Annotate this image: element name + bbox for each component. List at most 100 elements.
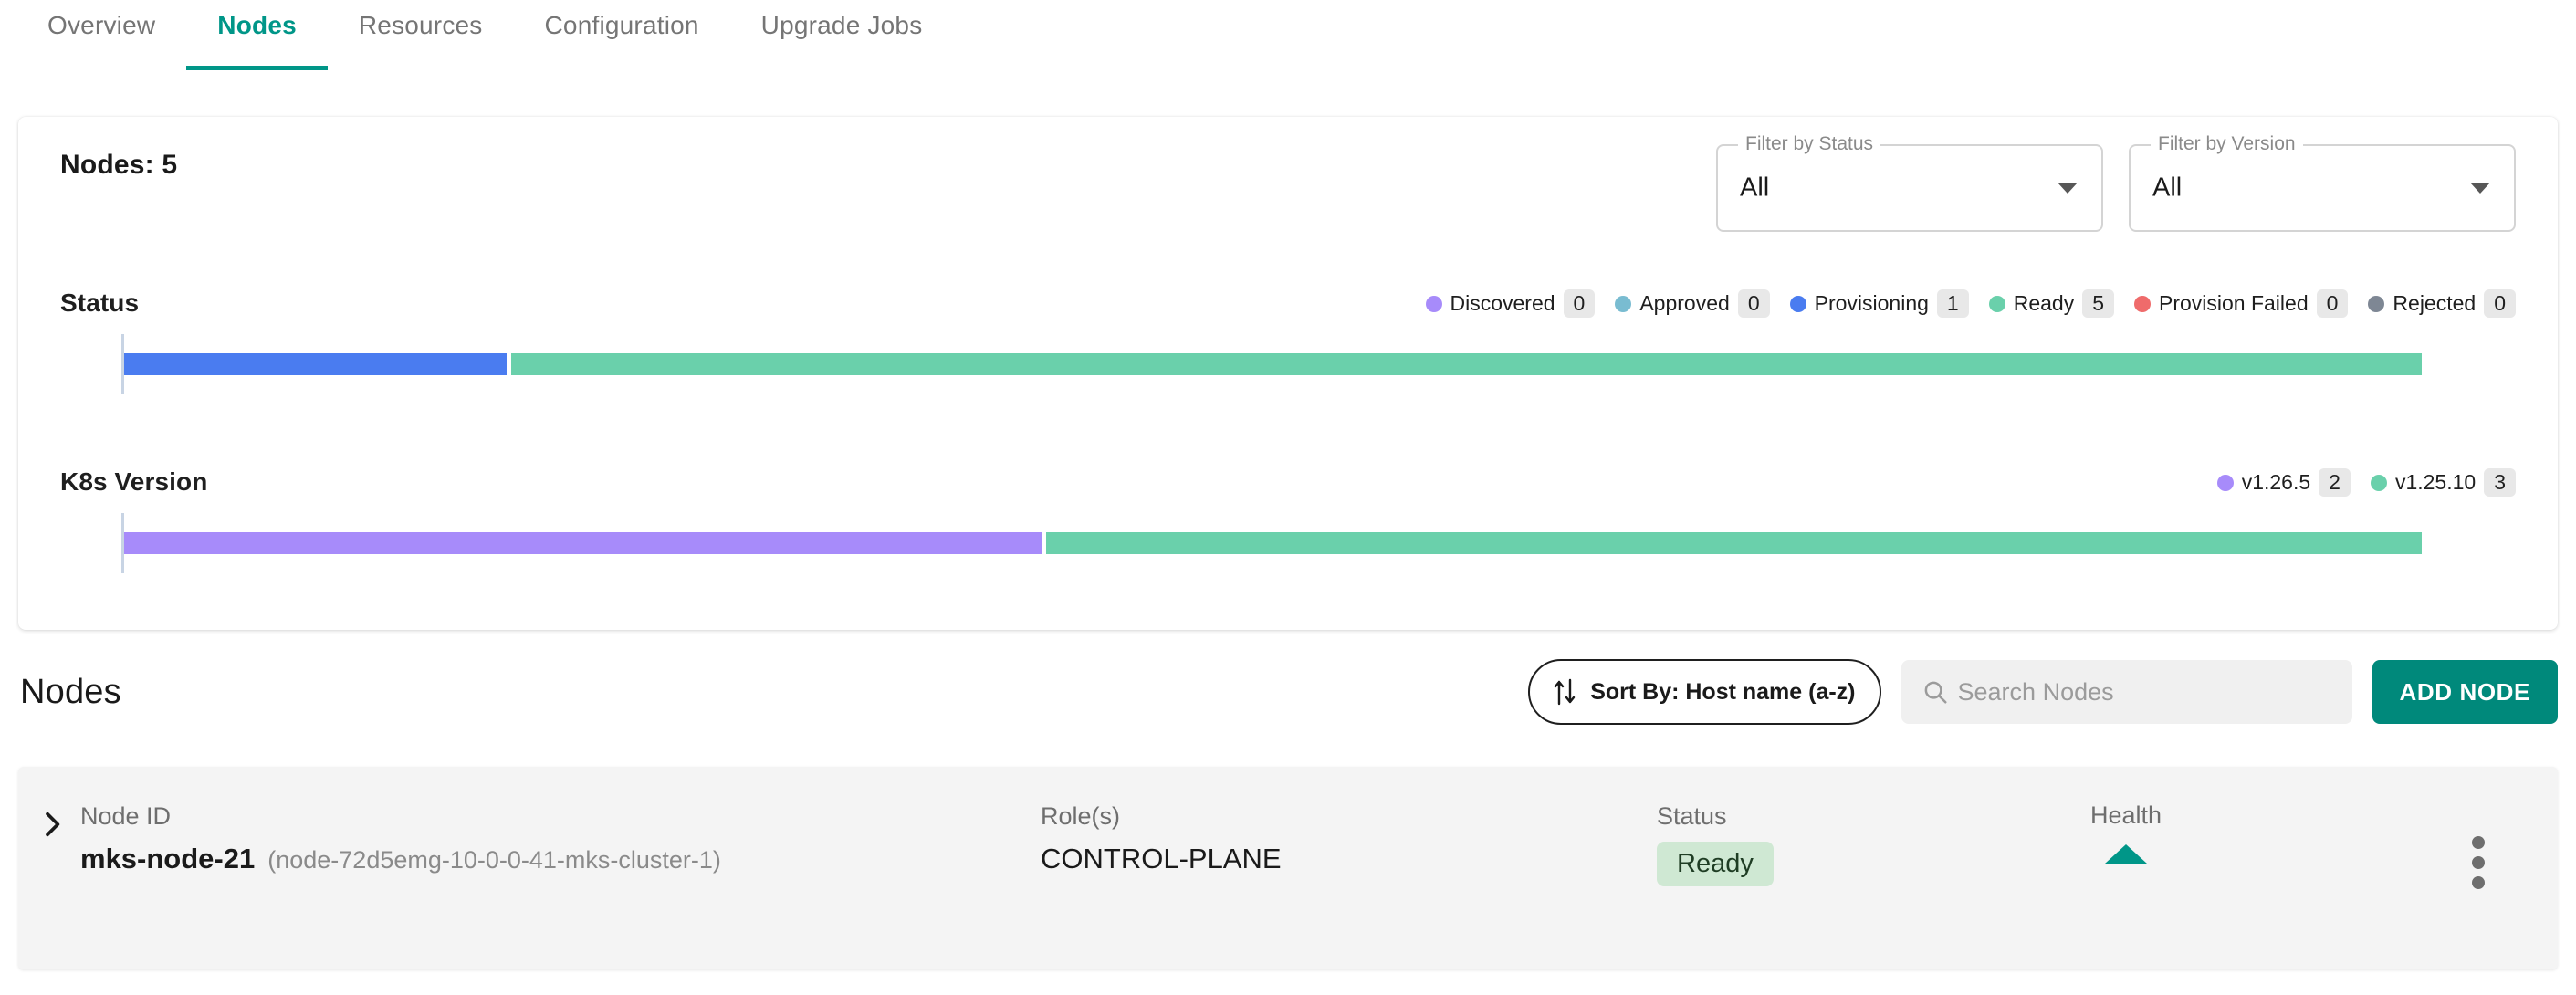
k8s-version-chart-title: K8s Version bbox=[60, 467, 208, 496]
tab-bar: Overview Nodes Resources Configuration U… bbox=[0, 0, 2576, 73]
table-row[interactable]: Node ID mks-node-21 (node-72d5emg-10-0-0-… bbox=[18, 767, 2558, 969]
status-legend-item[interactable]: Discovered 0 bbox=[1425, 289, 1596, 318]
legend-label: Approved bbox=[1639, 291, 1730, 315]
cell-status: Status Ready bbox=[1657, 801, 1774, 886]
status-bar-segment bbox=[124, 353, 507, 375]
tab-overview-label: Overview bbox=[47, 11, 156, 39]
status-legend-item[interactable]: Rejected 0 bbox=[2368, 289, 2516, 318]
filter-by-status-label: Filter by Status bbox=[1738, 133, 1881, 155]
legend-label: Ready bbox=[2013, 291, 2075, 315]
legend-count: 2 bbox=[2319, 468, 2351, 497]
kebab-dot bbox=[2472, 836, 2485, 849]
filter-by-status-value: All bbox=[1740, 173, 1770, 203]
tab-upgrade-jobs-label: Upgrade Jobs bbox=[760, 11, 923, 39]
k8s-version-chart-legend: v1.26.5 2 v1.25.10 3 bbox=[2216, 468, 2516, 497]
chevron-right-icon[interactable] bbox=[37, 809, 68, 840]
legend-dot-icon bbox=[1789, 295, 1806, 312]
legend-dot-icon bbox=[1988, 295, 2005, 312]
legend-dot-icon bbox=[2216, 474, 2234, 491]
nodes-count: Nodes: 5 bbox=[60, 150, 178, 180]
search-input[interactable] bbox=[1957, 677, 2352, 707]
column-header-node-id: Node ID bbox=[80, 802, 172, 830]
search-icon bbox=[1924, 681, 1947, 704]
legend-label: Discovered bbox=[1450, 291, 1555, 315]
k8s-version-bar-segment bbox=[1045, 532, 2422, 554]
filter-group: Filter by Status All Filter by Version A… bbox=[1716, 133, 2516, 232]
legend-dot-icon bbox=[1425, 295, 1442, 312]
filter-by-version-value: All bbox=[2152, 173, 2183, 203]
legend-count: 0 bbox=[2484, 289, 2516, 318]
search-nodes-box[interactable] bbox=[1901, 660, 2352, 724]
legend-dot-icon bbox=[1615, 295, 1632, 312]
add-node-button[interactable]: ADD NODE bbox=[2372, 660, 2558, 724]
status-legend-item[interactable]: Provisioning 1 bbox=[1789, 289, 1969, 318]
node-name: mks-node-21 bbox=[80, 842, 256, 875]
k8s-version-chart-header: K8s Version v1.26.5 2 v1.25.10 3 bbox=[60, 458, 2516, 497]
filter-by-version-select[interactable]: Filter by Version All bbox=[2129, 133, 2516, 232]
status-chart-legend: Discovered 0 Approved 0 Provisioning 1 Ready 5 P… bbox=[1425, 289, 2516, 318]
tab-nodes-label: Nodes bbox=[217, 11, 297, 39]
legend-count: 0 bbox=[2316, 289, 2349, 318]
filter-by-status-select[interactable]: Filter by Status All bbox=[1716, 133, 2103, 232]
k8s-version-chart-plot bbox=[60, 513, 2516, 573]
column-header-status: Status bbox=[1657, 802, 1727, 830]
cell-health: Health bbox=[2090, 801, 2162, 864]
legend-label: v1.26.5 bbox=[2241, 470, 2311, 494]
k8s-version-bar-segment bbox=[124, 532, 1042, 554]
status-badge: Ready bbox=[1657, 841, 1774, 886]
status-legend-item[interactable]: Approved 0 bbox=[1615, 289, 1770, 318]
chevron-down-icon bbox=[2470, 183, 2490, 194]
k8s-version-legend-item[interactable]: v1.25.10 3 bbox=[2370, 468, 2516, 497]
nodes-page: Overview Nodes Resources Configuration U… bbox=[0, 0, 2576, 995]
sort-arrows-icon bbox=[1555, 678, 1576, 706]
page-title: Nodes bbox=[20, 672, 121, 711]
status-chart-plot bbox=[60, 334, 2516, 394]
tab-overview[interactable]: Overview bbox=[16, 0, 186, 73]
legend-count: 0 bbox=[1737, 289, 1770, 318]
k8s-version-chart: K8s Version v1.26.5 2 v1.25.10 3 bbox=[18, 458, 2558, 573]
legend-label: Provisioning bbox=[1814, 291, 1929, 315]
k8s-version-chart-bar bbox=[124, 532, 2422, 554]
tab-configuration[interactable]: Configuration bbox=[514, 0, 730, 73]
tab-resources-label: Resources bbox=[358, 11, 483, 39]
legend-label: Rejected bbox=[2393, 291, 2477, 315]
node-role-value: CONTROL-PLANE bbox=[1041, 842, 1282, 875]
nodes-summary-card: Nodes: 5 Filter by Status All Filter by … bbox=[18, 117, 2558, 630]
column-header-health: Health bbox=[2090, 801, 2162, 829]
status-bar-segment bbox=[510, 353, 2422, 375]
row-more-menu-icon[interactable] bbox=[2472, 836, 2485, 889]
tab-nodes[interactable]: Nodes bbox=[186, 0, 328, 73]
status-legend-item[interactable]: Ready 5 bbox=[1988, 289, 2114, 318]
legend-dot-icon bbox=[2370, 474, 2387, 491]
kebab-dot bbox=[2472, 876, 2485, 889]
legend-count: 1 bbox=[1936, 289, 1969, 318]
tab-resources[interactable]: Resources bbox=[328, 0, 514, 73]
kebab-dot bbox=[2472, 856, 2485, 869]
legend-count: 3 bbox=[2484, 468, 2516, 497]
node-hostname: (node-72d5emg-10-0-0-41-mks-cluster-1) bbox=[267, 845, 721, 874]
legend-dot-icon bbox=[2368, 295, 2385, 312]
sort-by-label: Sort By: Host name (a-z) bbox=[1590, 678, 1856, 705]
summary-header: Nodes: 5 Filter by Status All Filter by … bbox=[18, 117, 2558, 232]
status-chart-title: Status bbox=[60, 288, 140, 317]
status-chart-header: Status Discovered 0 Approved 0 Provisioning 1… bbox=[60, 279, 2516, 318]
health-up-arrow-icon bbox=[2105, 844, 2148, 864]
legend-count: 5 bbox=[2082, 289, 2114, 318]
cell-roles: Role(s) CONTROL-PLANE bbox=[1041, 801, 1282, 877]
legend-label: v1.25.10 bbox=[2394, 470, 2477, 494]
node-id-value: mks-node-21 (node-72d5emg-10-0-0-41-mks-c… bbox=[80, 842, 721, 877]
column-header-roles: Role(s) bbox=[1041, 802, 1121, 830]
toolbar-actions: Sort By: Host name (a-z) ADD NODE bbox=[1528, 659, 2558, 725]
sort-by-button[interactable]: Sort By: Host name (a-z) bbox=[1528, 659, 1881, 725]
filter-by-version-label: Filter by Version bbox=[2151, 133, 2303, 155]
nodes-toolbar: Nodes Sort By: Host name (a-z) ADD NODE bbox=[0, 639, 2576, 745]
k8s-version-legend-item[interactable]: v1.26.5 2 bbox=[2216, 468, 2351, 497]
status-chart-bar bbox=[124, 353, 2422, 375]
tab-upgrade-jobs[interactable]: Upgrade Jobs bbox=[730, 0, 954, 73]
legend-dot-icon bbox=[2133, 295, 2151, 312]
cell-node-id: Node ID mks-node-21 (node-72d5emg-10-0-0-… bbox=[80, 801, 721, 877]
status-chart: Status Discovered 0 Approved 0 Provisioning 1… bbox=[18, 279, 2558, 394]
legend-label: Provision Failed bbox=[2158, 291, 2309, 315]
tab-configuration-label: Configuration bbox=[544, 11, 699, 39]
status-legend-item[interactable]: Provision Failed 0 bbox=[2133, 289, 2349, 318]
